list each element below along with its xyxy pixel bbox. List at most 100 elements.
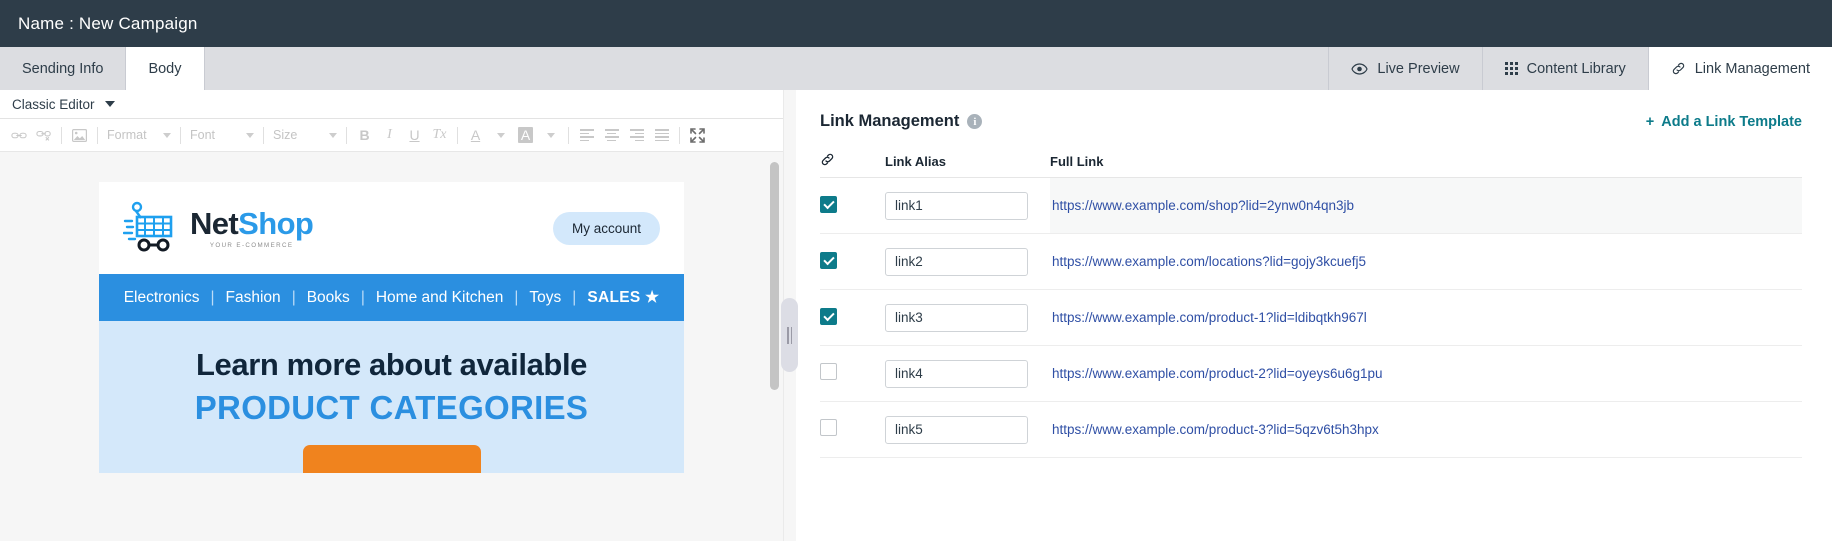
hero-headline-line2: PRODUCT CATEGORIES <box>194 389 589 426</box>
nav-item-fashion[interactable]: Fashion <box>215 289 292 307</box>
tab-link-management[interactable]: Link Management <box>1648 47 1832 90</box>
text-color-chevron-down-icon[interactable] <box>488 123 513 147</box>
editor-vertical-scrollbar[interactable] <box>770 153 779 541</box>
splitter-grip-handle[interactable] <box>781 298 798 372</box>
align-center-icon[interactable] <box>599 123 624 147</box>
link-alias-input[interactable] <box>885 359 1028 388</box>
toolbar-divider <box>97 126 98 144</box>
brand-name-part2: Shop <box>238 205 314 241</box>
shopping-cart-icon <box>122 200 181 257</box>
nav-item-electronics[interactable]: Electronics <box>113 289 211 307</box>
nav-item-home-and-kitchen[interactable]: Home and Kitchen <box>365 289 515 307</box>
link-management-title: Link Management i <box>820 112 983 131</box>
insert-image-icon[interactable] <box>67 123 92 147</box>
link-alias-input[interactable] <box>885 191 1028 220</box>
hero-headline-line1: Learn more about available <box>195 347 587 382</box>
align-left-icon[interactable] <box>574 123 599 147</box>
link-alias-input[interactable] <box>885 303 1028 332</box>
netshop-logo: NetShop YOUR E-COMMERCE <box>122 200 314 257</box>
brand-name-part1: Net <box>190 205 239 241</box>
my-account-button[interactable]: My account <box>552 211 660 245</box>
underline-button[interactable]: U <box>402 123 427 147</box>
row-alias-cell <box>885 247 1050 276</box>
tab-sending-info[interactable]: Sending Info <box>0 47 127 90</box>
full-link-anchor[interactable]: https://www.example.com/locations?lid=go… <box>1052 254 1366 269</box>
info-icon[interactable]: i <box>967 114 983 129</box>
italic-button[interactable]: I <box>377 123 402 147</box>
link-icon <box>820 152 835 167</box>
star-icon: ★ <box>645 289 660 306</box>
row-select-cell <box>820 196 885 215</box>
unlink-icon[interactable] <box>31 123 56 147</box>
tab-content-library-label: Content Library <box>1526 60 1626 77</box>
tab-body-label: Body <box>148 60 182 77</box>
editor-pane: Classic Editor Format Font Size B I U Tx… <box>0 90 783 541</box>
full-link-anchor[interactable]: https://www.example.com/product-3?lid=5q… <box>1052 422 1379 437</box>
link-table-header-row: Link Alias Full Link <box>820 145 1802 178</box>
align-justify-icon[interactable] <box>649 123 674 147</box>
link-management-panel: Link Management i + Add a Link Template <box>796 90 1832 541</box>
tab-body[interactable]: Body <box>126 47 205 90</box>
tab-live-preview-label: Live Preview <box>1377 60 1460 77</box>
chevron-down-icon <box>104 101 115 107</box>
link-management-header: Link Management i + Add a Link Template <box>808 90 1802 145</box>
link-alias-input[interactable] <box>885 415 1028 444</box>
row-alias-cell <box>885 303 1050 332</box>
row-alias-cell <box>885 191 1050 220</box>
table-row: https://www.example.com/locations?lid=go… <box>820 234 1802 290</box>
nav-item-books[interactable]: Books <box>296 289 361 307</box>
toolbar-divider <box>61 126 62 144</box>
row-checkbox[interactable] <box>820 362 837 380</box>
font-dropdown[interactable]: Font <box>186 123 258 147</box>
chevron-down-icon <box>163 132 171 138</box>
row-checkbox[interactable] <box>820 252 837 270</box>
toolbar-divider <box>180 126 181 144</box>
email-preview-canvas: NetShop YOUR E-COMMERCE My account Elect… <box>0 152 783 541</box>
row-checkbox[interactable] <box>820 418 837 436</box>
add-link-template-button[interactable]: + Add a Link Template <box>1646 114 1802 130</box>
insert-link-icon[interactable] <box>6 123 31 147</box>
tab-strip-spacer <box>205 47 1329 90</box>
text-color-button[interactable]: A <box>463 123 488 147</box>
remove-format-button[interactable]: Tx <box>427 123 452 147</box>
font-dropdown-label: Font <box>190 128 216 142</box>
editor-mode-selector[interactable]: Classic Editor <box>0 90 783 119</box>
full-link-anchor[interactable]: https://www.example.com/product-2?lid=oy… <box>1052 366 1383 381</box>
chevron-down-icon <box>329 132 337 138</box>
row-checkbox[interactable] <box>820 196 837 214</box>
full-link-anchor[interactable]: https://www.example.com/product-1?lid=ld… <box>1052 310 1367 325</box>
editor-mode-label: Classic Editor <box>12 96 95 112</box>
size-dropdown[interactable]: Size <box>269 123 341 147</box>
fullscreen-icon[interactable] <box>685 123 710 147</box>
email-document: NetShop YOUR E-COMMERCE My account Elect… <box>99 182 684 473</box>
tab-strip: Sending Info Body Live Preview Content L… <box>0 47 1832 90</box>
align-right-icon[interactable] <box>624 123 649 147</box>
row-select-cell <box>820 418 885 441</box>
column-header-select <box>820 152 885 170</box>
nav-item-sales[interactable]: SALES ★ <box>576 288 670 307</box>
tab-content-library[interactable]: Content Library <box>1483 47 1649 90</box>
format-dropdown[interactable]: Format <box>103 123 175 147</box>
toolbar-divider <box>263 126 264 144</box>
nav-item-toys[interactable]: Toys <box>518 289 572 307</box>
bg-color-button[interactable]: A <box>513 123 538 147</box>
full-link-anchor[interactable]: https://www.example.com/shop?lid=2ynw0n4… <box>1052 198 1354 213</box>
scrollbar-thumb[interactable] <box>770 162 779 390</box>
toolbar-divider <box>568 126 569 144</box>
toolbar-divider <box>346 126 347 144</box>
table-row: https://www.example.com/product-3?lid=5q… <box>820 402 1802 458</box>
row-full-link-cell: https://www.example.com/product-2?lid=oy… <box>1050 346 1802 401</box>
workspace: Classic Editor Format Font Size B I U Tx… <box>0 90 1832 541</box>
bg-color-label: A <box>517 127 534 143</box>
bg-color-chevron-down-icon[interactable] <box>538 123 563 147</box>
size-dropdown-label: Size <box>273 128 298 142</box>
row-checkbox[interactable] <box>820 308 837 326</box>
bold-button[interactable]: B <box>352 123 377 147</box>
hero-cta-button[interactable] <box>302 445 481 473</box>
pane-splitter[interactable] <box>781 90 798 541</box>
column-header-full-link: Full Link <box>1050 153 1104 169</box>
tab-live-preview[interactable]: Live Preview <box>1328 47 1483 90</box>
link-alias-input[interactable] <box>885 247 1028 276</box>
tab-sending-info-label: Sending Info <box>22 60 104 77</box>
format-dropdown-label: Format <box>107 128 147 142</box>
